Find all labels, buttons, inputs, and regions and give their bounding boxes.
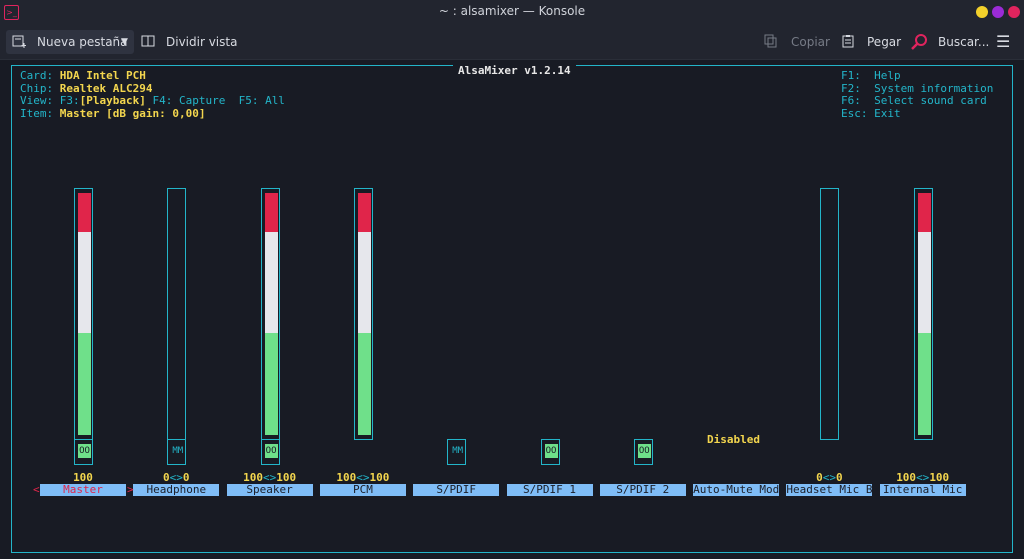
new-tab-button[interactable]: Nueva pestaña ▼: [6, 30, 134, 54]
new-tab-label: Nueva pestaña: [37, 35, 128, 49]
volume-value-headphone: 0<>0: [163, 471, 190, 484]
mute-switch-state: OO: [264, 444, 278, 458]
paste-icon: [842, 35, 854, 48]
volume-fill-low: [357, 333, 371, 435]
volume-fill-low: [264, 333, 278, 435]
selected-marker-right: >: [127, 483, 134, 496]
channel-label-pcm[interactable]: PCM: [319, 484, 406, 496]
volume-bar-headset-mic-b[interactable]: [820, 188, 840, 440]
find-button[interactable]: Buscar...: [910, 30, 989, 54]
volume-fill-high: [78, 193, 91, 232]
channel-label-headset-mic-b[interactable]: Headset Mic B: [786, 484, 873, 496]
copy-icon: [764, 34, 777, 48]
mute-switch-state: OO: [544, 444, 558, 458]
chevron-down-icon[interactable]: ▼: [121, 30, 128, 54]
mute-switch-s-pdif-2[interactable]: OO: [633, 439, 653, 465]
volume-fill-mid: [78, 231, 91, 334]
paste-button[interactable]: Pegar: [841, 30, 901, 54]
channel-label-headphone[interactable]: Headphone: [133, 484, 220, 496]
volume-fill-high: [264, 193, 278, 232]
volume-fill-mid: [917, 231, 931, 334]
split-view-button[interactable]: Dividir vista: [140, 30, 240, 54]
mute-switch-state: MM: [452, 446, 464, 456]
item-value: Master [dB gain: 0,00]: [59, 106, 206, 120]
new-tab-icon: [12, 35, 26, 48]
split-view-label: Dividir vista: [166, 35, 238, 49]
view-others: F4: Capture F5: All: [145, 94, 285, 108]
volume-value-headset-mic-b: 0<>0: [816, 471, 843, 484]
mute-switch-master[interactable]: OO: [74, 439, 93, 465]
volume-value-internal-mic: 100<>100: [896, 471, 950, 484]
volume-value-pcm: 100<>100: [336, 471, 390, 484]
terminal-area[interactable]: AlsaMixer v1.2.14 Card: HDA Intel PCH Ch…: [0, 60, 1024, 559]
device-info: Card: HDA Intel PCH Chip: Realtek ALC294…: [20, 69, 285, 120]
selected-marker-left: <: [33, 483, 40, 496]
volume-fill-high: [357, 193, 371, 232]
mute-switch-s-pdif-1[interactable]: OO: [540, 439, 560, 465]
paste-label: Pegar: [867, 35, 902, 49]
auto-mute-status: Disabled: [707, 433, 760, 446]
channel-label-s-pdif-1[interactable]: S/PDIF 1: [506, 484, 593, 496]
view-current: [Playback]: [79, 94, 146, 108]
volume-bar-pcm[interactable]: [353, 188, 373, 440]
hamburger-menu-icon[interactable]: ☰: [996, 30, 1012, 54]
mute-switch-s-pdif[interactable]: MM: [447, 439, 467, 465]
chip-value: Realtek ALC294: [59, 81, 153, 95]
volume-fill-low: [917, 333, 931, 435]
volume-fill-mid: [264, 231, 278, 334]
search-icon: [911, 34, 927, 50]
minimize-button[interactable]: [976, 6, 988, 18]
channel-label-s-pdif-2[interactable]: S/PDIF 2: [599, 484, 686, 496]
mute-switch-headphone[interactable]: MM: [167, 439, 187, 465]
channel-label-internal-mic[interactable]: Internal Mic: [879, 484, 966, 496]
mute-switch-state: OO: [78, 444, 91, 458]
volume-value-master: 100: [73, 471, 93, 484]
maximize-button[interactable]: [992, 6, 1004, 18]
volume-fill-mid: [357, 231, 371, 334]
volume-bar-internal-mic[interactable]: [913, 188, 933, 440]
split-view-icon: [141, 35, 155, 47]
mute-switch-state: MM: [172, 446, 184, 456]
channel-label-speaker[interactable]: Speaker: [226, 484, 313, 496]
alsamixer-title: AlsaMixer v1.2.14: [453, 64, 576, 77]
toolbar: Nueva pestaña ▼ Dividir vista Copiar Peg…: [0, 24, 1024, 60]
card-value: HDA Intel PCH: [59, 69, 146, 82]
mute-switch-state: OO: [637, 444, 651, 458]
channel-label-master[interactable]: Master: [40, 484, 126, 496]
copy-button[interactable]: Copiar: [764, 30, 830, 54]
volume-fill-high: [917, 193, 931, 232]
title-bar: >_ ~ : alsamixer — Konsole: [0, 0, 1024, 24]
mute-switch-speaker[interactable]: OO: [260, 439, 280, 465]
volume-value-speaker: 100<>100: [243, 471, 297, 484]
volume-bar-master[interactable]: [74, 188, 93, 440]
channel-label-s-pdif[interactable]: S/PDIF: [413, 484, 500, 496]
volume-bar-headphone[interactable]: [167, 188, 187, 440]
help-keys: F1: Help F2: System information F6: Sele…: [841, 69, 994, 120]
volume-fill-low: [78, 333, 91, 435]
copy-label: Copiar: [791, 35, 830, 49]
channel-label-auto-mute-mod[interactable]: Auto-Mute Mod: [693, 484, 780, 496]
close-button[interactable]: [1008, 6, 1020, 18]
volume-bar-speaker[interactable]: [260, 188, 280, 440]
find-label: Buscar...: [938, 35, 990, 49]
window-title: ~ : alsamixer — Konsole: [438, 4, 586, 18]
